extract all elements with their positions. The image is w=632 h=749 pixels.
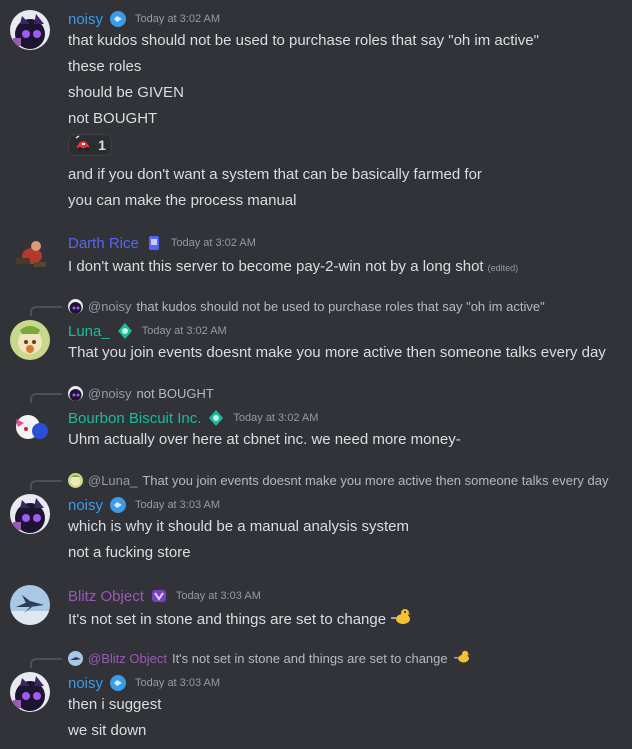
avatar-noisy[interactable] <box>10 494 50 534</box>
reply-spine <box>30 480 62 490</box>
reply-text: that kudos should not be used to purchas… <box>136 298 545 314</box>
message-line: That you join events doesnt make you mor… <box>68 344 606 361</box>
car-emoji-icon <box>74 135 92 155</box>
avatar-bourbon[interactable] <box>10 407 50 447</box>
role-badge-icon[interactable] <box>207 409 225 427</box>
reply-spine <box>30 658 62 668</box>
reply-preview[interactable]: @noisy not BOUGHT <box>68 384 214 402</box>
username-noisy[interactable]: noisy <box>68 497 103 514</box>
timestamp: Today at 3:03 AM <box>175 590 261 602</box>
message-line: we sit down <box>68 722 147 739</box>
message-line: I don't want this server to become pay-2… <box>68 257 518 278</box>
username-darth-rice[interactable]: Darth Rice <box>68 235 139 252</box>
username-noisy[interactable]: noisy <box>68 675 103 692</box>
username-luna[interactable]: Luna_ <box>68 323 110 340</box>
avatar-noisy[interactable] <box>10 672 50 712</box>
timestamp: Today at 3:02 AM <box>141 325 227 337</box>
message-line: these roles <box>68 58 142 75</box>
avatar-luna[interactable] <box>10 320 50 360</box>
role-badge-icon[interactable] <box>150 587 168 605</box>
reply-preview[interactable]: @Luna_ That you join events doesnt make … <box>68 471 608 489</box>
message-line: and if you don't want a system that can … <box>68 166 482 183</box>
duck-emoji-icon <box>453 650 471 667</box>
reply-mention[interactable]: @Blitz Object <box>88 651 167 666</box>
reply-avatar <box>68 298 83 314</box>
role-badge-icon[interactable] <box>109 674 127 692</box>
reply-avatar <box>68 650 83 666</box>
message-line: not a fucking store <box>68 544 191 561</box>
reply-mention[interactable]: @noisy <box>88 386 132 401</box>
message-line: It's not set in stone and things are set… <box>68 608 412 632</box>
reply-avatar <box>68 385 83 401</box>
username-bourbon[interactable]: Bourbon Biscuit Inc. <box>68 410 201 427</box>
reply-spine <box>30 393 62 403</box>
duck-emoji-icon <box>390 608 412 632</box>
avatar-noisy[interactable] <box>10 10 50 50</box>
message-line: which is why it should be a manual analy… <box>68 518 409 535</box>
reaction-count: 1 <box>98 137 106 153</box>
username-blitz[interactable]: Blitz Object <box>68 588 144 605</box>
username-noisy[interactable]: noisy <box>68 11 103 28</box>
message-text: It's not set in stone and things are set… <box>68 610 387 628</box>
timestamp: Today at 3:03 AM <box>135 677 221 689</box>
timestamp: Today at 3:02 AM <box>170 237 256 249</box>
role-badge-icon[interactable] <box>116 322 134 340</box>
message-line: Uhm actually over here at cbnet inc. we … <box>68 431 461 448</box>
reply-text: That you join events doesnt make you mor… <box>142 472 609 488</box>
reply-avatar <box>68 472 83 488</box>
reply-preview[interactable]: @Blitz Object It's not set in stone and … <box>68 649 471 667</box>
reply-text: It's not set in stone and things are set… <box>171 650 448 666</box>
role-badge-icon[interactable] <box>109 496 127 514</box>
message-line: you can make the process manual <box>68 192 297 209</box>
reply-preview[interactable]: @noisy that kudos should not be used to … <box>68 297 545 315</box>
reply-mention[interactable]: @noisy <box>88 299 132 314</box>
reply-spine <box>30 306 62 316</box>
message-line: that kudos should not be used to purchas… <box>68 32 539 49</box>
avatar-blitz[interactable] <box>10 585 50 625</box>
timestamp: Today at 3:02 AM <box>233 412 319 424</box>
role-badge-icon[interactable] <box>109 10 127 28</box>
timestamp: Today at 3:02 AM <box>135 13 221 25</box>
role-badge-icon[interactable] <box>145 234 163 252</box>
reaction-button[interactable]: 1 <box>68 134 112 156</box>
message-text: I don't want this server to become pay-2… <box>68 258 484 275</box>
edited-label: (edited) <box>487 263 519 273</box>
reply-text: not BOUGHT <box>136 385 214 401</box>
timestamp: Today at 3:03 AM <box>135 499 221 511</box>
message-line: not BOUGHT <box>68 110 158 127</box>
message-line: should be GIVEN <box>68 84 184 101</box>
message-line: then i suggest <box>68 696 162 713</box>
reply-mention[interactable]: @Luna_ <box>88 473 137 488</box>
avatar-darth-rice[interactable] <box>10 234 50 274</box>
